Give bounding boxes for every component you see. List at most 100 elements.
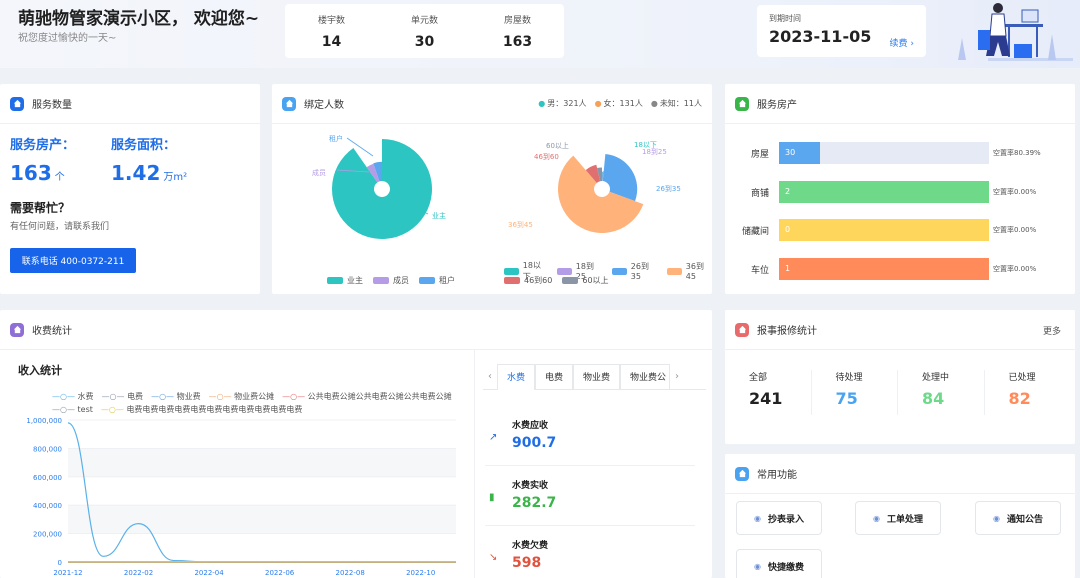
legend-swatch [666,267,682,275]
tab-electric[interactable]: 电费 [535,363,574,390]
more-link[interactable]: 更多 [1043,324,1061,337]
meter-entry-button[interactable]: ◉ 抄表录入 [736,501,822,535]
fee-received: ▮ 水费实收 282.7 [485,468,695,526]
card-header: 收费统计 [0,310,712,350]
service-count-card: 服务数量 服务房产： 163 个 服务面积： 1.42 万m² 需要帮忙？ 有任何问… [0,84,260,294]
x-tick-label: 2021-12 [53,569,82,577]
welcome-subtitle: 祝您度过愉快的一天~ [18,33,117,44]
legend-label: 业主 [347,276,363,285]
y-tick-label: 0 [58,559,62,567]
office-illustration-icon [958,3,1073,61]
legend-swatch [327,277,343,284]
legend-swatch [504,277,520,284]
work-order-button[interactable]: ◉ 工单处理 [855,501,941,535]
home-icon [10,322,24,337]
quick-pay-button[interactable]: ◉ 快捷缴费 [736,549,822,578]
gender-unknown: ● 未知：11人 [650,99,702,108]
service-house: 服务房产： 163 个 [10,134,75,185]
repair-processing[interactable]: 处理中 84 [898,370,985,415]
legend-label: 60以上 [582,276,609,285]
role-legend: 业主 成员 租户 [317,275,455,286]
legend-item[interactable]: —○— 电费 [102,392,144,401]
bound-people-card: 绑定人数 ● 男：321人 ● 女：131人 ● 未知：11人 业主 成员 租户 60以上… [272,84,712,294]
card-header: 服务数量 [0,84,260,124]
card-header: 常用功能 [725,454,1075,494]
card-header: 报事报修统计 [725,310,1075,350]
legend-item[interactable]: —○— 公共电费公摊公共电费公摊公共电费公摊 [282,392,452,401]
renew-link[interactable]: 续费 › [890,36,914,49]
legend-label: 36到45 [685,262,704,281]
bar-icon: ▮ [489,492,495,503]
bar-category: 商铺 [750,188,769,199]
meter-icon: ◉ [753,514,761,523]
bar-vacancy: 空置率0.00% [993,187,1037,196]
chevron-left-icon[interactable]: ‹ [483,371,497,382]
legend-swatch [556,267,572,275]
chevron-right-icon[interactable]: › [670,371,684,382]
series-line [67,422,456,563]
repair-pending[interactable]: 待处理 75 [812,370,898,415]
service-property-card: 服务房产 房屋 30 空置率80.39% 商铺 2 空置率0.00% 储藏间 0 空… [725,84,1075,294]
repair-stats: 全部 241 待处理 75 处理中 84 已处理 82 [725,370,1070,415]
card-title: 常用功能 [757,470,797,481]
fee-item-title: 水费实收 [512,481,549,491]
legend-label: 租户 [439,276,455,285]
income-chart-title: 收入统计 [18,364,62,377]
bar-fill: 2 [779,180,989,203]
home-icon [735,96,749,111]
tab-property[interactable]: 物业费 [573,363,621,390]
role-pie-chart: 业主 成员 租户 [312,134,446,239]
pie-label: 60以上 [546,141,569,150]
building-stats: 楼宇数 14 单元数 30 房屋数 163 [285,4,564,58]
vertical-divider [474,350,475,578]
grid-band [68,505,456,534]
gender-male: ● 男：321人 [538,99,587,108]
expire-date: 2023-11-05 [769,27,872,46]
repair-done[interactable]: 已处理 82 [985,370,1071,415]
y-tick-label: 400,000 [33,502,62,510]
bar-category: 储藏间 [741,227,769,237]
bar-row: 房屋 30 空置率80.39% [725,142,1075,164]
stat-label: 楼宇数 [317,16,345,26]
bar-row: 商铺 2 空置率0.00% [725,180,1075,203]
fee-receivable: ↗ 水费应收 900.7 [485,408,695,466]
bar-vacancy: 空置率80.39% [993,149,1041,157]
y-tick-label: 800,000 [33,445,62,453]
legend-swatch [562,277,579,284]
tab-property-share[interactable]: 物业费公 [620,363,671,390]
functions-card: 常用功能 ◉ 抄表录入 ◉ 工单处理 ◉ 通知公告 ◉ 快捷缴费 [725,454,1075,578]
x-tick-label: 2022-08 [336,569,365,577]
tab-water[interactable]: 水费 [497,363,536,390]
stat-value: 14 [321,34,342,50]
trend-down-icon: ↘ [489,552,498,563]
legend-marker: —○— [282,392,306,401]
repair-all[interactable]: 全部 241 [725,370,812,415]
top-banner: 萌驰物管家演示小区， 欢迎您~ 祝您度过愉快的一天~ 楼宇数 14 单元数 30… [0,0,1080,68]
legend-item[interactable]: —○— 物业费 [151,392,201,401]
legend-swatch [611,267,627,275]
y-tick-label: 200,000 [33,531,62,539]
pie-slice [602,153,638,202]
contact-phone-button[interactable]: 联系电话 400-0372-211 [10,248,136,273]
bar-fill: 0 [779,219,989,241]
stat-label: 房屋数 [503,16,531,26]
legend-label: 46到60 [524,276,553,285]
notice-button[interactable]: ◉ 通知公告 [975,501,1061,535]
legend-label: 物业费 [176,392,201,401]
age-pie-chart: 60以上46到6018以下18到2526到3536到45 [508,141,681,233]
service-house-value: 163 个 [10,161,65,185]
bar-category: 车位 [750,265,769,276]
pie-label: 36到45 [508,221,533,229]
help-title: 需要帮忙？ [10,201,71,215]
legend-item[interactable]: —○— 物业费公摊 [209,392,275,401]
legend-swatch [419,277,435,284]
bar-row: 储藏间 0 空置率0.00% [725,219,1075,241]
legend-marker: —○— [208,392,232,401]
pie-label: 业主 [432,211,446,220]
age-legend-row2: 46到60 60以上 [494,275,609,286]
legend-item[interactable]: —○— 水费 [52,392,94,401]
legend-label: 水费 [77,392,94,401]
legend-label: 公共电费公摊公共电费公摊公共电费公摊 [307,392,452,401]
service-area-label: 服务面积： [111,138,177,153]
legend-marker: —○— [151,392,175,401]
